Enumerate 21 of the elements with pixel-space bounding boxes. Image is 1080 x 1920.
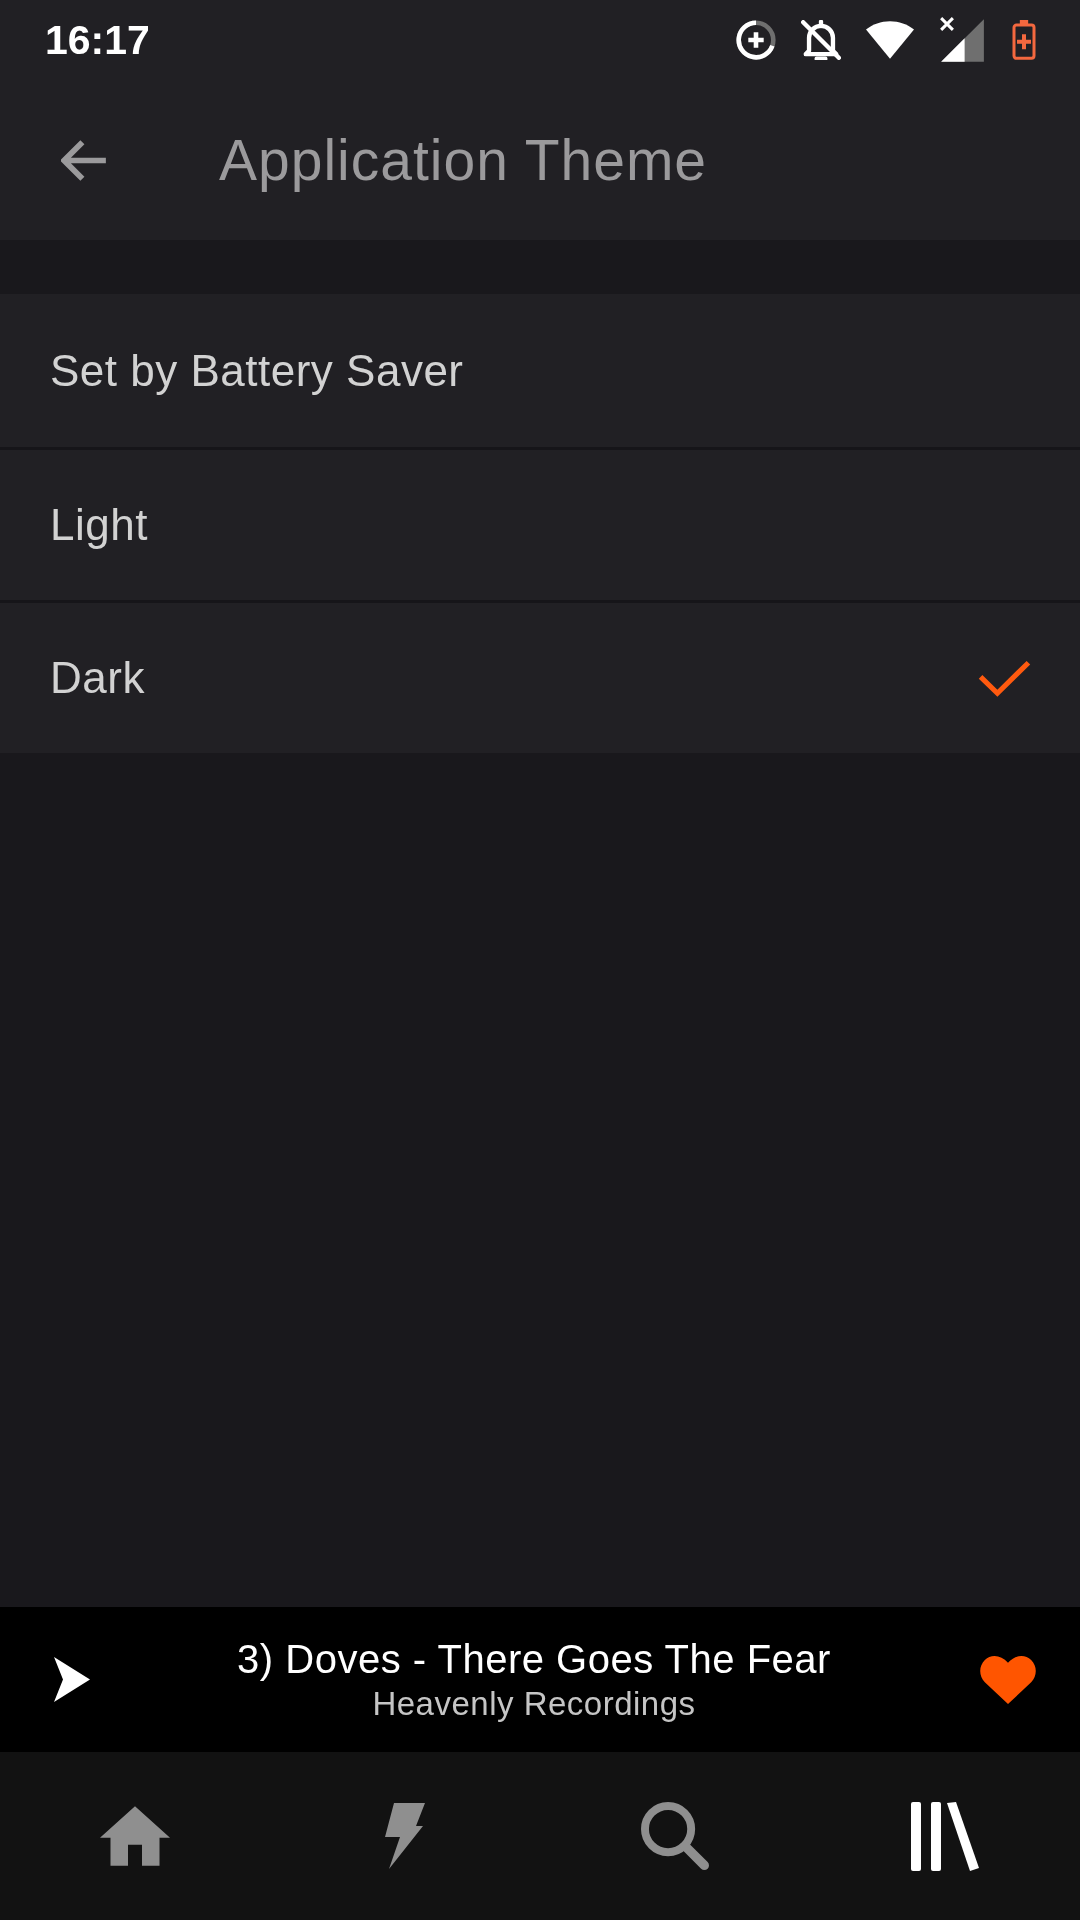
theme-option[interactable]: Set by Battery Saver [0,294,1080,447]
track-label: Heavenly Recordings [371,1684,697,1723]
lightning-icon [385,1803,425,1869]
play-button[interactable] [54,1657,90,1702]
play-icon [54,1657,90,1702]
bell-off-icon [801,20,841,60]
library-icon [911,1801,979,1871]
signal-icon [939,16,986,64]
theme-option[interactable]: Dark [0,600,1080,753]
home-icon [100,1806,170,1866]
back-button[interactable] [61,138,109,182]
heart-icon[interactable] [978,1653,1038,1706]
search-icon [641,1802,709,1870]
battery-icon [1011,20,1037,60]
status-time: 16:17 [45,19,150,61]
screen-title: Application Theme [219,126,708,194]
arrow-left-icon [61,138,109,182]
theme-option[interactable]: Light [0,447,1080,600]
track-title: 3) Doves - There Goes The Fear [236,1636,832,1681]
circle-plus-icon [736,20,776,60]
wifi-icon [866,21,914,59]
